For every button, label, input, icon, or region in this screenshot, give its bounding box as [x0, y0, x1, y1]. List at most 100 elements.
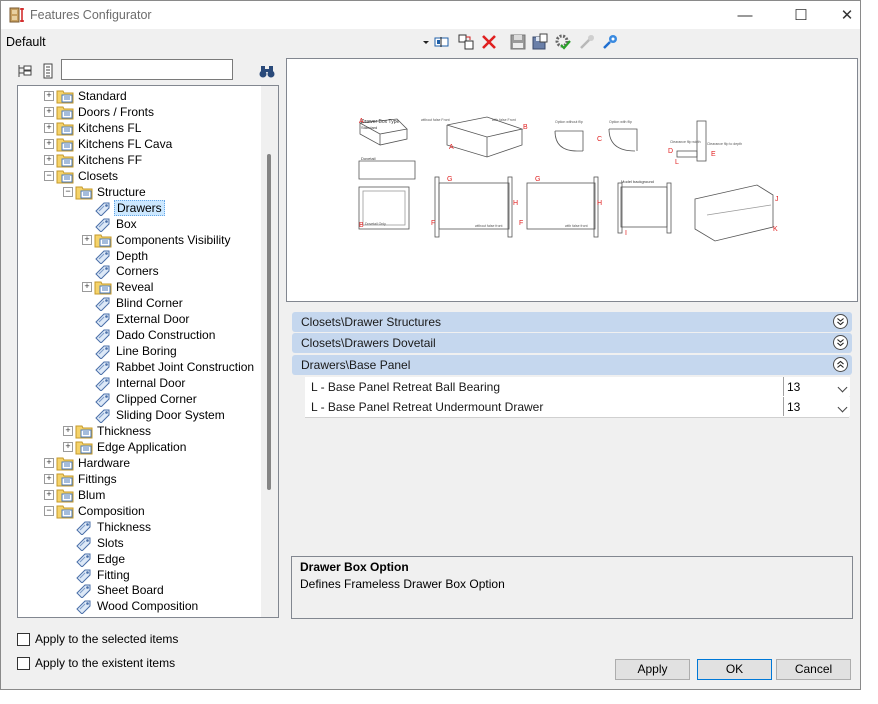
folder-icon — [56, 154, 74, 168]
folder-icon — [94, 234, 112, 248]
search-input[interactable] — [61, 59, 233, 80]
expand-icon[interactable]: + — [44, 154, 54, 165]
expand-icon[interactable]: + — [82, 282, 92, 293]
collapse-icon[interactable]: − — [44, 505, 54, 516]
letter-a: A — [449, 144, 454, 151]
chevron-down-icon[interactable] — [837, 382, 848, 393]
folder-icon — [56, 473, 74, 487]
ok-button[interactable]: OK — [697, 659, 772, 680]
expand-icon[interactable]: + — [44, 122, 54, 133]
letter-h: H — [597, 200, 602, 207]
tree-item-label: Components Visibility — [116, 232, 231, 247]
description-text: Defines Frameless Drawer Box Option — [300, 577, 505, 591]
binoculars-icon[interactable] — [259, 63, 275, 79]
tree-item-label: Standard — [78, 89, 127, 103]
expand-icon[interactable]: + — [63, 441, 73, 452]
letter-h: H — [513, 200, 518, 207]
collapse-icon[interactable]: − — [44, 170, 54, 181]
apply-existent-checkbox[interactable] — [17, 657, 30, 670]
tag-icon — [95, 313, 110, 328]
delete-icon[interactable] — [480, 33, 498, 51]
tag-icon — [76, 553, 91, 567]
apply-selected-checkbox[interactable] — [17, 633, 30, 646]
expand-icon[interactable]: + — [63, 425, 73, 436]
folder-icon — [75, 186, 93, 200]
tree-item-label: External Door — [116, 312, 190, 327]
tree-item-label: Blum — [78, 487, 106, 502]
minimize-button[interactable]: — — [722, 1, 768, 29]
maximize-button[interactable]: ☐ — [778, 1, 824, 29]
save-icon[interactable] — [509, 33, 527, 51]
property-value: 13 — [787, 400, 801, 414]
feature-tree[interactable]: + Standard + Doors / Fronts + Kitchens FL + Kit… — [17, 85, 279, 618]
folder-icon — [56, 122, 74, 136]
chevron-double-up-icon[interactable] — [833, 357, 848, 372]
description-panel: Drawer Box Option Defines Frameless Draw… — [291, 556, 853, 619]
copy-icon[interactable] — [457, 33, 475, 51]
letter-b: B — [359, 222, 364, 229]
expand-icon[interactable]: + — [44, 106, 54, 117]
diagram-caption: Option with flip — [609, 120, 632, 124]
section-drawers-dovetail[interactable]: Closets\Drawers Dovetail — [292, 333, 852, 353]
section-title: Closets\Drawers Dovetail — [301, 336, 436, 350]
cancel-button[interactable]: Cancel — [776, 659, 851, 680]
diagram-caption: Option without flip — [555, 120, 583, 124]
link-icon[interactable] — [601, 33, 619, 51]
tree-item-label: Box — [116, 216, 137, 231]
apply-existent-label[interactable]: Apply to the existent items — [35, 656, 175, 670]
property-value-dropdown[interactable]: 13 — [783, 377, 850, 396]
property-name: L - Base Panel Retreat Ball Bearing — [311, 380, 500, 394]
folder-icon — [94, 281, 112, 295]
folder-icon — [56, 457, 74, 471]
features-configurator-window: Features Configurator — ☐ ✕ Default + Sta… — [0, 0, 861, 690]
profile-label: Default — [6, 35, 46, 49]
section-base-panel[interactable]: Drawers\Base Panel — [292, 355, 852, 375]
tree-item-label: Fitting — [97, 567, 130, 582]
collapse-icon[interactable]: − — [63, 186, 73, 197]
save-as-icon[interactable] — [531, 33, 549, 51]
diagram-caption: Clearance flip width — [670, 140, 701, 144]
tree-item-label: Reveal — [116, 280, 154, 295]
expand-icon[interactable]: + — [44, 457, 54, 468]
tree-item-label: Kitchens FL Cava — [78, 136, 173, 151]
expand-icon[interactable]: + — [44, 473, 54, 484]
diagram-caption: with false front — [565, 224, 588, 228]
expand-icon[interactable]: + — [82, 234, 92, 245]
chevron-double-down-icon[interactable] — [833, 335, 848, 350]
letter-g: G — [535, 176, 540, 183]
tree-item-label: Thickness — [97, 519, 152, 534]
letter-i: I — [625, 230, 627, 237]
chevron-double-down-icon[interactable] — [833, 314, 848, 329]
apply-button[interactable]: Apply — [615, 659, 690, 680]
tree-scrollbar[interactable] — [261, 86, 278, 617]
apply-selected-label[interactable]: Apply to the selected items — [35, 632, 178, 646]
tag-icon — [76, 521, 91, 535]
tree-item-label: Kitchens FF — [78, 152, 143, 167]
tree-item-label: Sliding Door System — [116, 408, 225, 422]
tag-icon — [95, 218, 110, 232]
drawer-diagram: Drawer Box Type Standard Dovetail withou… — [358, 116, 779, 242]
diagram-subheading: Standard — [361, 125, 377, 130]
expand-tree-icon[interactable] — [17, 63, 33, 79]
folder-icon — [75, 425, 93, 439]
title-bar[interactable]: Features Configurator — ☐ ✕ — [1, 1, 860, 29]
collapse-tree-icon[interactable] — [40, 63, 56, 79]
tree-item-label: Corners — [116, 264, 159, 279]
rename-icon[interactable] — [433, 33, 451, 51]
expand-icon[interactable]: + — [44, 138, 54, 149]
tree-item-label: Edge — [97, 551, 126, 566]
tree-item-label: Blind Corner — [116, 296, 183, 311]
folder-icon — [56, 489, 74, 503]
section-drawer-structures[interactable]: Closets\Drawer Structures — [292, 312, 852, 332]
property-value-dropdown[interactable]: 13 — [783, 397, 850, 416]
tree-item-label: Hardware — [78, 455, 131, 470]
chevron-down-icon[interactable] — [837, 402, 848, 413]
link-disabled-icon[interactable] — [578, 33, 596, 51]
tag-icon — [95, 329, 110, 344]
tree-scrollbar-thumb[interactable] — [267, 154, 271, 490]
expand-icon[interactable]: + — [44, 91, 54, 101]
settings-check-icon[interactable] — [554, 33, 572, 51]
expand-icon[interactable]: + — [44, 489, 54, 500]
diagram-caption: with false Front — [492, 118, 516, 122]
close-window-button[interactable]: ✕ — [824, 1, 870, 29]
